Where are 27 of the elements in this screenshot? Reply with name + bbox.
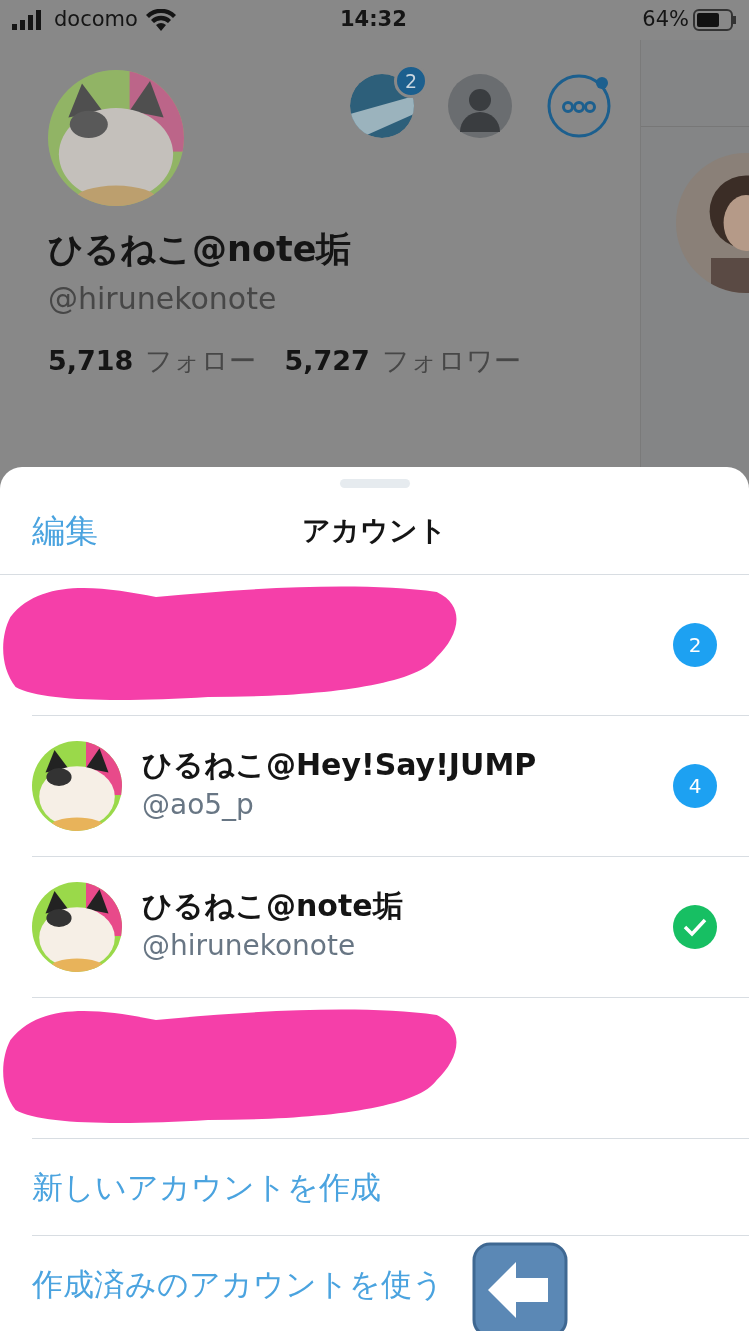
following-label: フォロー — [145, 343, 257, 378]
account-row[interactable]: ひるねこ@note垢 @hirunekonote — [32, 857, 749, 998]
carrier-name: docomo — [54, 6, 138, 34]
sheet-title: アカウント — [302, 513, 447, 549]
action-link[interactable]: 新しいアカウントを作成 — [32, 1163, 381, 1211]
followers-count: 5,727 — [284, 343, 370, 378]
battery-icon — [693, 9, 737, 31]
wifi-icon — [145, 9, 176, 31]
action-link[interactable]: 作成済みのアカウントを使う — [32, 1261, 444, 1308]
account-handle: @ao5_p — [142, 786, 255, 823]
more-icon[interactable] — [546, 73, 612, 139]
edit-button[interactable]: 編集 — [32, 506, 98, 556]
notification-badge: 2 — [394, 64, 428, 98]
avatar-icon[interactable] — [448, 74, 512, 138]
account-row[interactable]: ひるねこ@Hey!Say!JUMP @ao5_p 4 — [32, 716, 749, 857]
following-count: 5,718 — [48, 343, 134, 378]
count-badge: 2 — [673, 623, 717, 667]
profile-handle: @hirunekonote — [48, 279, 278, 318]
account-name: ひるねこ@Hey!Say!JUMP — [142, 746, 537, 784]
account-name: ひるねこ@note垢 — [142, 887, 403, 925]
battery-percent: 64% — [642, 6, 689, 34]
profile-name: ひるねこ@note垢 — [48, 228, 353, 271]
drag-handle[interactable] — [339, 479, 410, 488]
count-badge: 4 — [673, 764, 717, 808]
account-handle: @hirunekonote — [142, 927, 357, 964]
clock-time: 14:32 — [340, 6, 407, 34]
followers-label: フォロワー — [381, 343, 521, 378]
